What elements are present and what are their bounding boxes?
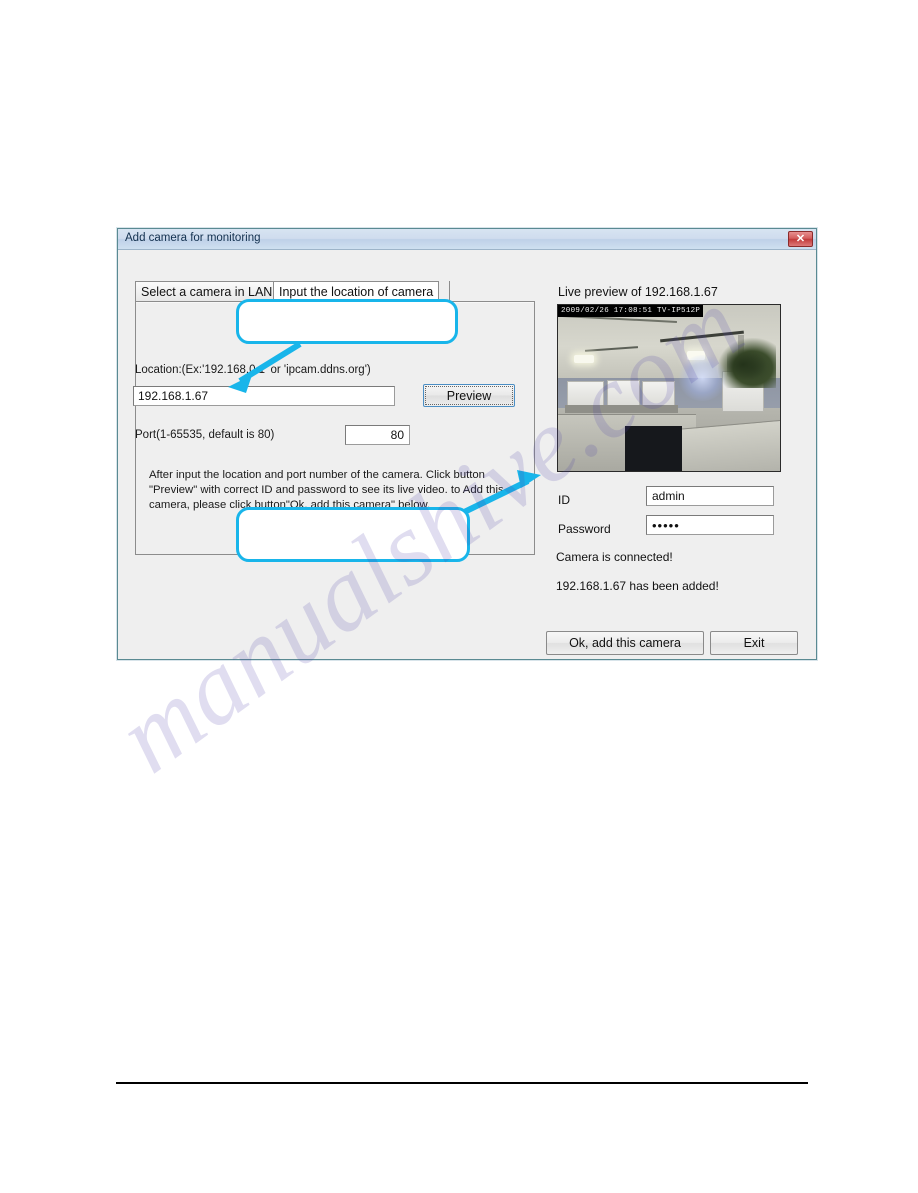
location-input[interactable]: 192.168.1.67: [133, 386, 395, 406]
exit-button[interactable]: Exit: [710, 631, 798, 655]
dialog-title: Add camera for monitoring: [125, 232, 261, 244]
panel-highlight: [136, 302, 534, 303]
video-display-box: [606, 379, 640, 407]
port-input[interactable]: 80: [345, 425, 410, 445]
tabstrip: Select a camera in LAN Input the locatio…: [135, 281, 450, 302]
tab-label: Input the location of camera: [279, 284, 434, 299]
tab-label: Select a camera in LAN: [141, 284, 273, 299]
video-shelf: [564, 404, 643, 413]
id-input[interactable]: admin: [646, 486, 774, 506]
exit-button-label: Exit: [743, 636, 765, 650]
video-plant: [726, 348, 767, 382]
video-ceiling-light: [573, 354, 594, 364]
ok-add-camera-button[interactable]: Ok, add this camera: [546, 631, 704, 655]
video-display-box: [566, 381, 605, 407]
location-label: Location:(Ex:'192.168.0.1' or 'ipcam.ddn…: [135, 364, 371, 376]
add-camera-dialog: Add camera for monitoring ✕ Select a cam…: [117, 228, 817, 660]
video-timestamp-overlay: 2009/02/26 17:08:51 TV-IP512P: [558, 305, 704, 317]
video-cubicle-partition: [682, 420, 780, 471]
dialog-body: Select a camera in LAN Input the locatio…: [118, 250, 816, 659]
video-lens-glare: [677, 354, 727, 402]
live-video-preview[interactable]: 2009/02/26 17:08:51 TV-IP512P: [557, 304, 781, 472]
tab-select-camera-in-lan[interactable]: Select a camera in LAN: [135, 281, 279, 302]
port-label: Port(1-65535, default is 80): [135, 429, 275, 441]
instructions-text: After input the location and port number…: [149, 469, 504, 511]
page-bottom-rule: [116, 1082, 808, 1084]
dialog-titlebar[interactable]: Add camera for monitoring ✕: [118, 229, 816, 250]
preview-button[interactable]: Preview: [423, 384, 515, 407]
ok-button-label: Ok, add this camera: [569, 636, 681, 650]
video-shelf: [642, 404, 678, 413]
tabstrip-edge: [449, 281, 450, 302]
status-connected: Camera is connected!: [556, 550, 673, 564]
close-icon[interactable]: ✕: [788, 231, 813, 247]
live-preview-title: Live preview of 192.168.1.67: [558, 285, 718, 299]
id-label: ID: [558, 493, 570, 507]
password-input[interactable]: •••••: [646, 515, 774, 535]
video-monitor: [624, 426, 683, 471]
tab-input-location-of-camera[interactable]: Input the location of camera: [273, 281, 440, 302]
video-display-box: [642, 381, 676, 407]
password-label: Password: [558, 522, 611, 536]
status-added: 192.168.1.67 has been added!: [556, 579, 719, 593]
close-glyph: ✕: [795, 232, 806, 245]
tab-panel: [135, 301, 535, 555]
preview-button-label: Preview: [446, 388, 492, 403]
